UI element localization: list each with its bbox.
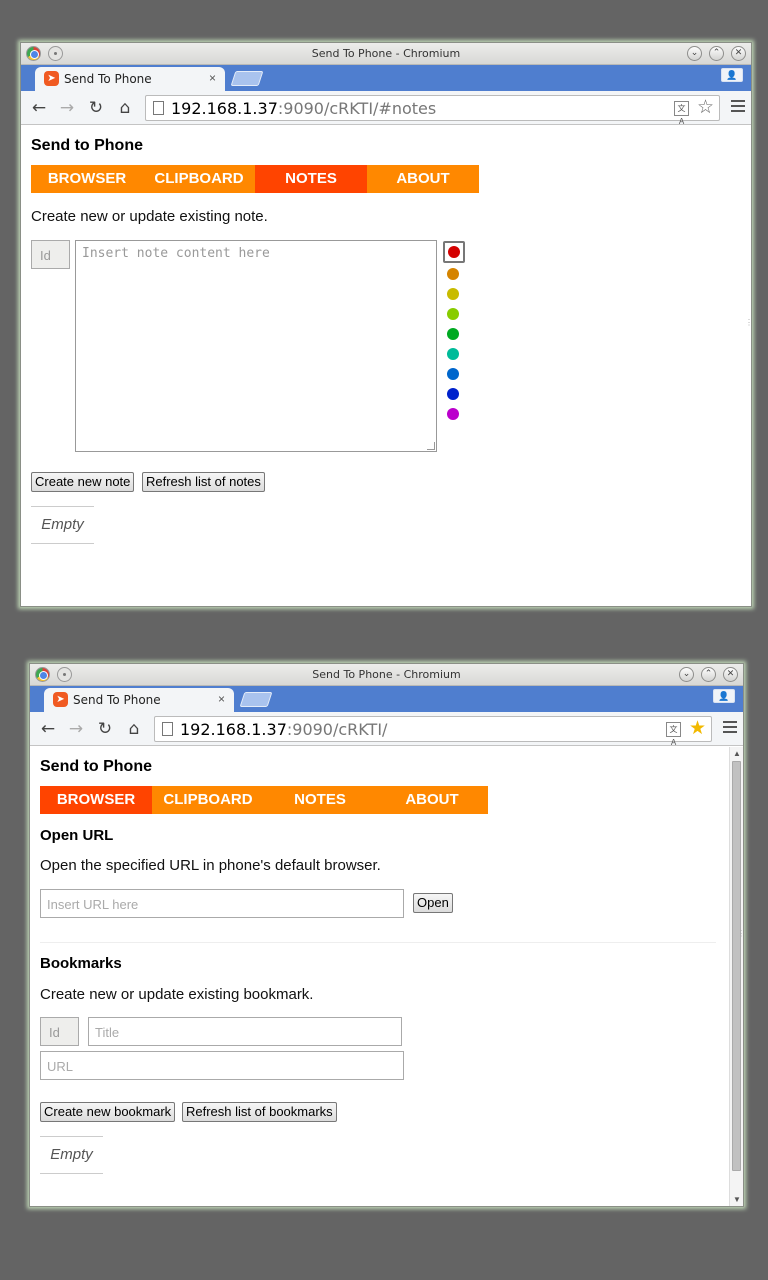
nav-about[interactable]: ABOUT [376, 786, 488, 814]
address-bar[interactable]: 192.168.1.37:9090/cRKTI/ 文A ★ [154, 716, 712, 747]
url-input[interactable]: Insert URL here [40, 889, 404, 918]
tab-strip: ➤ Send To Phone × 👤 [30, 686, 743, 712]
color-teal[interactable] [447, 348, 459, 360]
bookmarks-empty-label: Empty [40, 1136, 103, 1174]
minimize-icon[interactable]: ⌄ [687, 46, 702, 61]
maximize-icon[interactable]: ⌃ [701, 667, 716, 682]
browser-window-browser: Send To Phone - Chromium ⌄ ⌃ ✕ ➤ Send To… [29, 663, 745, 1207]
nav-clipboard[interactable]: CLIPBOARD [143, 165, 255, 193]
send-to-phone-favicon-icon: ➤ [44, 71, 59, 86]
color-purple[interactable] [447, 408, 459, 420]
app-title: Send to Phone [40, 758, 152, 775]
address-bar[interactable]: 192.168.1.37:9090/cRKTI/#notes 文A ☆ [145, 95, 720, 126]
bookmark-title-field[interactable]: Title [88, 1017, 402, 1046]
back-arrow-icon[interactable]: ← [29, 98, 49, 118]
note-id-field[interactable]: Id [31, 240, 70, 269]
color-picker [443, 241, 466, 422]
url-text[interactable]: 192.168.1.37:9090/cRKTI/ [180, 720, 387, 739]
tab-strip: ➤ Send To Phone × 👤 [21, 65, 751, 91]
bookmark-star-icon[interactable]: ☆ [697, 97, 714, 119]
nav-notes[interactable]: NOTES [264, 786, 376, 814]
vertical-scrollbar[interactable]: ▲ ▼ [729, 747, 743, 1206]
refresh-notes-button[interactable]: Refresh list of notes [142, 472, 265, 492]
scroll-down-icon[interactable]: ▼ [733, 1195, 741, 1204]
window-resize-handle[interactable]: ⋮ [745, 318, 753, 327]
window-resize-handle[interactable]: ⋮ [737, 929, 745, 938]
browser-window-notes: Send To Phone - Chromium ⌄ ⌃ ✕ ➤ Send To… [20, 42, 753, 607]
nav-notes[interactable]: NOTES [255, 165, 367, 193]
reload-icon[interactable]: ↻ [86, 98, 106, 118]
tab-close-icon[interactable]: × [218, 692, 225, 706]
page-content: Send to Phone BROWSER CLIPBOARD NOTES AB… [30, 747, 743, 1206]
nav-about[interactable]: ABOUT [367, 165, 479, 193]
color-blue[interactable] [447, 368, 459, 380]
reload-icon[interactable]: ↻ [95, 719, 115, 739]
create-note-button[interactable]: Create new note [31, 472, 135, 492]
new-tab-button[interactable] [230, 71, 264, 86]
notes-empty-label: Empty [31, 506, 94, 544]
color-green[interactable] [447, 328, 459, 340]
color-orange[interactable] [447, 268, 459, 280]
tab-close-icon[interactable]: × [209, 71, 216, 85]
url-text[interactable]: 192.168.1.37:9090/cRKTI/#notes [171, 99, 436, 118]
bookmark-id-field[interactable]: Id [40, 1017, 79, 1046]
page-icon [162, 722, 173, 736]
profile-icon[interactable]: 👤 [721, 68, 743, 82]
home-icon[interactable]: ⌂ [124, 719, 144, 739]
browser-toolbar: ← → ↻ ⌂ 192.168.1.37:9090/cRKTI/ 文A ★ [30, 712, 743, 747]
nav-clipboard[interactable]: CLIPBOARD [152, 786, 264, 814]
open-url-description: Open the specified URL in phone's defaul… [40, 857, 381, 874]
notes-intro: Create new or update existing note. [31, 208, 268, 225]
main-nav: BROWSER CLIPBOARD NOTES ABOUT [40, 786, 488, 814]
section-divider [40, 942, 716, 943]
profile-icon[interactable]: 👤 [713, 689, 735, 703]
send-to-phone-favicon-icon: ➤ [53, 692, 68, 707]
scroll-up-icon[interactable]: ▲ [733, 749, 741, 758]
open-url-button[interactable]: Open [413, 893, 453, 913]
bookmarks-description: Create new or update existing bookmark. [40, 986, 314, 1003]
color-red[interactable] [448, 246, 460, 258]
tab-send-to-phone[interactable]: ➤ Send To Phone × [35, 67, 225, 91]
forward-arrow-icon[interactable]: → [57, 98, 77, 118]
page-icon [153, 101, 164, 115]
forward-arrow-icon[interactable]: → [66, 719, 86, 739]
refresh-bookmarks-button[interactable]: Refresh list of bookmarks [182, 1102, 337, 1122]
title-bar: Send To Phone - Chromium ⌄ ⌃ ✕ [21, 43, 751, 65]
color-lime[interactable] [447, 308, 459, 320]
scroll-thumb[interactable] [732, 761, 741, 1171]
title-bar: Send To Phone - Chromium ⌄ ⌃ ✕ [30, 664, 743, 686]
page-content: Send to Phone BROWSER CLIPBOARD NOTES AB… [21, 126, 751, 606]
close-window-icon[interactable]: ✕ [731, 46, 746, 61]
app-title: Send to Phone [31, 137, 143, 154]
maximize-icon[interactable]: ⌃ [709, 46, 724, 61]
nav-browser[interactable]: BROWSER [40, 786, 152, 814]
new-tab-button[interactable] [239, 692, 273, 707]
bookmark-url-field[interactable]: URL [40, 1051, 404, 1080]
tab-label: Send To Phone [64, 72, 152, 86]
window-title: Send To Phone - Chromium [312, 668, 461, 681]
browser-toolbar: ← → ↻ ⌂ 192.168.1.37:9090/cRKTI/#notes 文… [21, 91, 751, 126]
hamburger-menu-icon[interactable] [731, 100, 745, 115]
open-url-heading: Open URL [40, 827, 114, 844]
minimize-icon[interactable]: ⌄ [679, 667, 694, 682]
translate-icon[interactable]: 文A [666, 722, 681, 747]
note-content-textarea[interactable]: Insert note content here [75, 240, 437, 452]
color-dark-blue[interactable] [447, 388, 459, 400]
note-content-placeholder: Insert note content here [82, 246, 270, 261]
resize-grip-icon[interactable] [427, 442, 435, 450]
home-icon[interactable]: ⌂ [115, 98, 135, 118]
close-window-icon[interactable]: ✕ [723, 667, 738, 682]
bookmark-star-icon[interactable]: ★ [689, 718, 706, 740]
translate-icon[interactable]: 文A [674, 101, 689, 126]
tab-send-to-phone[interactable]: ➤ Send To Phone × [44, 688, 234, 712]
hamburger-menu-icon[interactable] [723, 721, 737, 736]
bookmarks-heading: Bookmarks [40, 955, 122, 972]
main-nav: BROWSER CLIPBOARD NOTES ABOUT [31, 165, 479, 193]
color-yellow[interactable] [447, 288, 459, 300]
nav-browser[interactable]: BROWSER [31, 165, 143, 193]
create-bookmark-button[interactable]: Create new bookmark [40, 1102, 176, 1122]
back-arrow-icon[interactable]: ← [38, 719, 58, 739]
tab-label: Send To Phone [73, 693, 161, 707]
window-title: Send To Phone - Chromium [311, 47, 461, 60]
